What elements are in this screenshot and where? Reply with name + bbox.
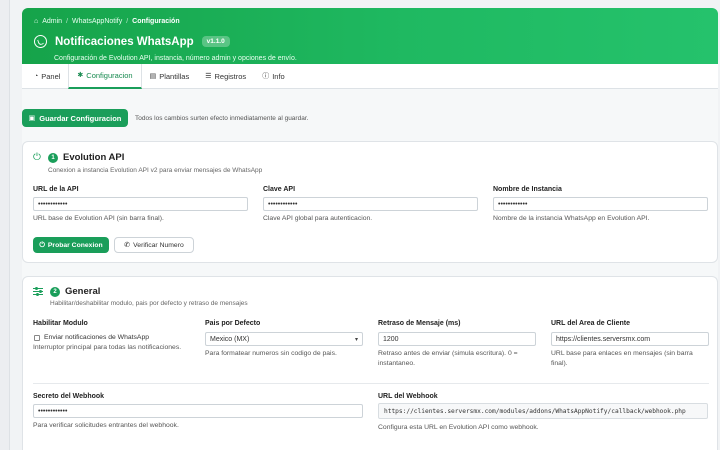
api-key-help: Clave API global para autenticacion. [263,215,373,222]
phone-icon: ✆ [124,241,131,249]
default-country-help: Para formatear numeros sin codigo de pai… [205,350,337,357]
webhook-url-help: Configura esta URL en Evolution API como… [378,424,539,431]
step-badge: 1 [48,153,58,163]
instance-name-help: Nombre de la instancia WhatsApp en Evolu… [493,215,650,222]
tab-plantillas[interactable]: ▤ Plantillas [142,64,198,89]
breadcrumb-parent[interactable]: WhatsAppNotify [72,18,122,25]
webhook-url-code[interactable]: https://clientes.serversmx.com/modules/a… [378,403,708,419]
webhook-secret-input[interactable]: •••••••••••• [33,404,363,418]
message-delay-input[interactable]: 1200 [378,332,536,346]
evolution-api-card: ⏻ 1 Evolution API Conexion a instancia E… [22,141,718,263]
plug-icon: ⏻ [33,152,41,163]
section-title: General [65,286,101,297]
enable-module-checkbox-label[interactable]: Enviar notificaciones de WhatsApp [44,333,149,343]
page-content: ⌂ Admin / WhatsAppNotify / Configuración… [22,0,718,450]
save-button-label: Guardar Configuracion [39,113,122,123]
info-icon: ⓘ [262,73,270,80]
save-icon: ▣ [28,114,36,122]
chevron-down-icon: ▾ [354,336,358,343]
message-delay-help: Retraso antes de enviar (simula escritur… [378,350,518,367]
webhook-secret-help: Para verificar solicitudes entrantes del… [33,422,179,429]
gear-icon: ✱ [77,72,84,79]
step-badge: 2 [50,287,60,297]
dashboard-icon: ◔ [34,73,39,80]
list-icon: ☰ [205,73,212,80]
api-url-input[interactable]: •••••••••••• [33,197,248,211]
breadcrumb-home[interactable]: Admin [42,18,62,25]
page-subtitle: Configuración de Evolution API, instanci… [54,55,297,62]
api-url-help: URL base de Evolution API (sin barra fin… [33,215,164,222]
tab-label: Configuracion [86,71,133,80]
client-area-url-help: URL base para enlaces en mensajes (sin b… [551,350,693,367]
save-config-button[interactable]: ▣ Guardar Configuracion [22,109,128,127]
plug-icon: ⏻ [39,241,45,249]
message-delay-label: Retraso de Mensaje (ms) [378,320,461,327]
tab-info[interactable]: ⓘ Info [254,64,293,89]
section-description: Habilitar/deshabilitar modulo, pais por … [50,300,248,307]
default-country-select[interactable]: Mexico (MX) ▾ [205,332,363,346]
tab-bar: ◔ Panel ✱ Configuracion ▤ Plantillas ☰ R… [22,64,718,89]
instance-name-input[interactable]: •••••••••••• [493,197,708,211]
version-badge: v1.1.0 [201,36,230,47]
tab-panel[interactable]: ◔ Panel [26,64,68,89]
enable-module-help: Interruptor principal para todas las not… [33,344,182,351]
verify-number-button[interactable]: ✆ Verificar Numero [114,237,194,253]
tab-label: Info [272,72,285,81]
webhook-secret-label: Secreto del Webhook [33,393,105,400]
test-connection-label: Probar Conexion [47,241,103,249]
page-title: Notificaciones WhatsApp [55,35,194,48]
home-icon: ⌂ [34,18,39,25]
breadcrumb-separator: / [126,18,129,25]
enable-module-label: Habilitar Modulo [33,320,88,327]
verify-number-label: Verificar Numero [133,241,184,249]
api-url-label: URL de la API [33,186,79,193]
left-sidebar-strip [0,0,10,450]
general-card: 2 General Habilitar/deshabilitar modulo,… [22,276,718,450]
breadcrumb-current: Configuración [132,18,180,25]
tab-label: Panel [41,72,61,81]
whatsapp-icon [34,35,47,48]
webhook-url-label: URL del Webhook [378,393,438,400]
breadcrumb: ⌂ Admin / WhatsAppNotify / Configuración [34,18,180,25]
breadcrumb-separator: / [66,18,69,25]
api-key-input[interactable]: •••••••••••• [263,197,478,211]
client-area-url-label: URL del Area de Cliente [551,320,630,327]
enable-module-checkbox[interactable] [34,335,40,341]
section-description: Conexion a instancia Evolution API v2 pa… [48,167,263,174]
save-note: Todos los cambios surten efecto inmediat… [135,115,309,122]
page-header: ⌂ Admin / WhatsAppNotify / Configuración… [22,8,718,64]
default-country-label: Pais por Defecto [205,320,261,327]
tab-label: Registros [214,72,247,81]
sliders-icon [33,287,43,296]
tab-registros[interactable]: ☰ Registros [197,64,254,89]
client-area-url-input[interactable]: https://clientes.serversmx.com [551,332,709,346]
default-country-value: Mexico (MX) [210,335,250,343]
test-connection-button[interactable]: ⏻ Probar Conexion [33,237,109,253]
api-key-label: Clave API [263,186,296,193]
section-divider [33,383,709,384]
file-icon: ▤ [149,73,157,80]
tab-configuracion[interactable]: ✱ Configuracion [68,64,142,89]
instance-name-label: Nombre de Instancia [493,186,562,193]
tab-label: Plantillas [159,72,190,81]
section-title: Evolution API [63,152,125,163]
